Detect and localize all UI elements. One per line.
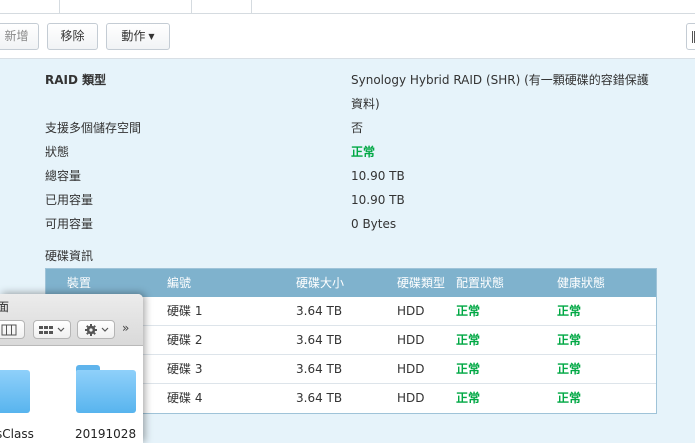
allocation-status: 正常 [456,362,481,376]
tab-2[interactable] [60,0,192,13]
disk-info-title: 硬碟資訊 [45,249,94,263]
allocation-status: 正常 [456,304,481,318]
folder-name[interactable]: sClass [0,427,34,441]
action-menu-button[interactable] [77,320,115,339]
column-header-allocation[interactable]: 配置狀態 [456,269,504,297]
multi-volume-label: 支援多個儲存空間 [45,121,142,135]
column-header-type[interactable]: 硬碟類型 [397,269,445,297]
raid-type-value-line1: Synology Hybrid RAID (SHR) (有一顆硬碟的容錯保護 [351,73,649,87]
status-value: 正常 [351,145,376,159]
column-view-icon [1,324,16,336]
folder-name[interactable]: 20191028 [75,427,136,441]
finder-titlebar[interactable]: 面 » [0,294,143,346]
total-capacity-value: 10.90 TB [351,169,405,183]
tab-1[interactable] [0,0,60,13]
panel-toggle-button[interactable] [686,23,695,50]
disk-type: HDD [397,362,425,376]
disk-size: 3.64 TB [296,362,343,376]
disk-size: 3.64 TB [296,333,343,347]
add-button[interactable]: 新增 [0,23,39,50]
available-capacity-label: 可用容量 [45,217,94,231]
allocation-status: 正常 [456,391,481,405]
available-capacity-value: 0 Bytes [351,217,397,231]
finder-window[interactable]: 面 » Class 20191028 [0,294,143,443]
disk-size: 3.64 TB [296,304,343,318]
health-status: 正常 [557,362,582,376]
finder-window-title: 面 [0,300,10,314]
used-capacity-label: 已用容量 [45,193,94,207]
status-label: 狀態 [45,145,70,159]
total-capacity-label: 總容量 [45,169,82,183]
column-header-health[interactable]: 健康狀態 [557,269,605,297]
disk-table-header: 裝置 編號 硬碟大小 硬碟類型 配置狀態 健康狀態 [46,269,656,297]
remove-button[interactable]: 移除 [47,23,98,50]
tab-strip [0,0,695,14]
caret-down-icon: ▼ [148,32,155,41]
column-header-device[interactable]: 裝置 [67,269,91,297]
gear-icon [85,324,109,336]
health-status: 正常 [557,333,582,347]
column-header-size[interactable]: 硬碟大小 [296,269,344,297]
allocation-status: 正常 [456,333,481,347]
health-status: 正常 [557,391,582,405]
raid-type-label: RAID 類型 [45,73,107,87]
raid-type-value-line2: 資料) [351,97,380,111]
multi-volume-value: 否 [351,121,364,135]
used-capacity-value: 10.90 TB [351,193,405,207]
folder-icon[interactable] [0,365,30,413]
view-toggle-button[interactable] [0,320,25,339]
group-button[interactable] [33,320,71,339]
disk-size: 3.64 TB [296,391,343,405]
grid-view-icon [39,326,65,334]
action-button[interactable]: 動作 ▼ [106,23,170,50]
disk-number: 硬碟 3 [167,362,203,376]
disk-type: HDD [397,391,425,405]
disk-type: HDD [397,333,425,347]
disk-number: 硬碟 1 [167,304,203,318]
disk-number: 硬碟 2 [167,333,203,347]
tab-3[interactable] [192,0,252,13]
action-button-label: 動作 [121,29,146,43]
toolbar-overflow-icon[interactable]: » [122,321,129,335]
toolbar: 新增 移除 動作 ▼ [0,14,695,59]
disk-number: 硬碟 4 [167,391,203,405]
column-header-number[interactable]: 編號 [167,269,191,297]
folder-icon[interactable] [76,365,136,413]
disk-type: HDD [397,304,425,318]
health-status: 正常 [557,304,582,318]
